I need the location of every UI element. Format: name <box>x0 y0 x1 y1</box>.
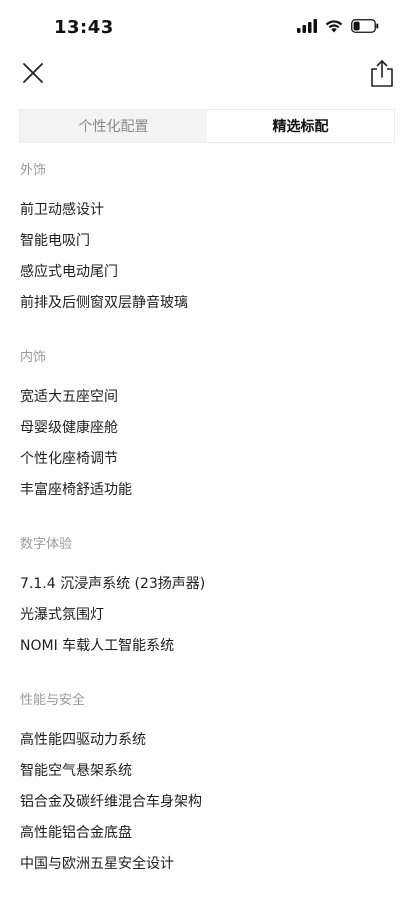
section-title: 外饰 <box>20 163 47 178</box>
status-bar: 13:43 <box>0 0 415 56</box>
list-item: 铝合金及碳纤维混合车身架构 <box>20 794 202 810</box>
section-interior: 内饰 宽适大五座空间 母婴级健康座舱 个性化座椅调节 丰富座椅舒适功能 <box>20 345 390 506</box>
section-title: 性能与安全 <box>20 693 86 708</box>
list-item: 智能空气悬架系统 <box>20 763 132 779</box>
list-item: 光瀑式氛围灯 <box>20 607 104 623</box>
tab-selected-standard[interactable]: 精选标配 <box>207 110 394 142</box>
list-item: 中国与欧洲五星安全设计 <box>20 856 174 872</box>
feature-list: 外饰 前卫动感设计 智能电吸门 感应式电动尾门 前排及后侧窗双层静音玻璃 内饰 … <box>20 158 390 906</box>
section-exterior: 外饰 前卫动感设计 智能电吸门 感应式电动尾门 前排及后侧窗双层静音玻璃 <box>20 158 390 319</box>
list-item: NOMI 车载人工智能系统 <box>20 638 175 654</box>
battery-icon <box>351 19 379 33</box>
list-item: 母婴级健康座舱 <box>20 420 118 436</box>
tab-personalized-config[interactable]: 个性化配置 <box>20 110 207 142</box>
wifi-icon <box>325 20 343 33</box>
share-button[interactable] <box>369 58 395 88</box>
nav-bar <box>0 56 415 92</box>
share-icon <box>371 60 393 87</box>
list-item: 宽适大五座空间 <box>20 389 118 405</box>
list-item: 高性能铝合金底盘 <box>20 825 132 841</box>
status-time: 13:43 <box>54 17 114 38</box>
list-item: 个性化座椅调节 <box>20 451 118 467</box>
status-icons <box>297 19 379 33</box>
list-item: 感应式电动尾门 <box>20 264 118 280</box>
list-item: 智能电吸门 <box>20 233 90 249</box>
close-icon <box>23 63 43 83</box>
section-performance-safety: 性能与安全 高性能四驱动力系统 智能空气悬架系统 铝合金及碳纤维混合车身架构 高… <box>20 688 390 880</box>
tab-bar: 个性化配置 精选标配 <box>19 109 395 143</box>
close-button[interactable] <box>20 60 46 86</box>
section-digital-experience: 数字体验 7.1.4 沉浸声系统 (23扬声器) 光瀑式氛围灯 NOMI 车载人… <box>20 532 390 662</box>
list-item: 7.1.4 沉浸声系统 (23扬声器) <box>20 576 206 592</box>
signal-icon <box>297 19 317 33</box>
section-title: 内饰 <box>20 350 47 365</box>
list-item: 高性能四驱动力系统 <box>20 732 146 748</box>
section-title: 数字体验 <box>20 537 73 552</box>
list-item: 丰富座椅舒适功能 <box>20 482 132 498</box>
list-item: 前排及后侧窗双层静音玻璃 <box>20 295 188 311</box>
list-item: 前卫动感设计 <box>20 202 104 218</box>
